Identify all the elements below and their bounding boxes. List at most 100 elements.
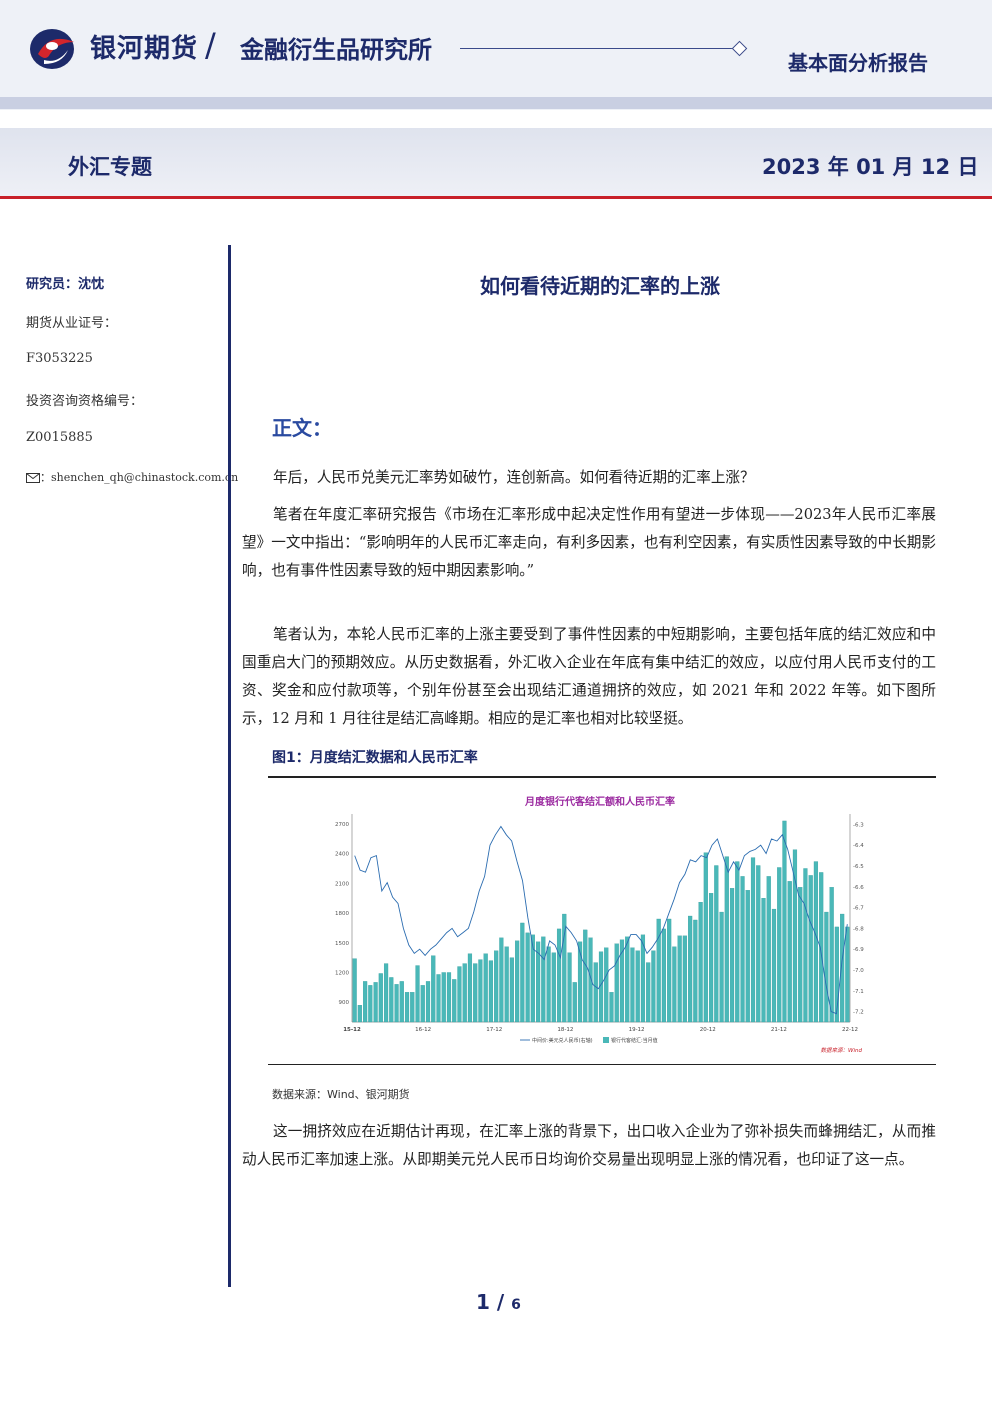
bar (625, 936, 630, 1023)
section-heading: 正文： (272, 416, 332, 440)
y-left-tick-label: 900 (339, 1000, 350, 1006)
x-tick-label: 15-12 (343, 1027, 361, 1033)
y-left-tick-label: 1800 (335, 911, 349, 917)
bar (404, 992, 410, 1023)
y-right-tick-label: -6.8 (853, 926, 864, 932)
bar (661, 928, 666, 1023)
paragraph-2: 笔者在年度汇率研究报告《市场在汇率形成中起决定性作用有望进一步体现——2023年… (242, 506, 936, 579)
license-number: F3053225 (26, 351, 93, 366)
x-tick-label: 22-12 (842, 1027, 858, 1033)
bar (473, 963, 478, 1023)
bar (420, 985, 425, 1023)
bar (840, 913, 845, 1023)
chart-title: 月度银行代客结汇额和人民币汇率 (524, 795, 675, 808)
paragraph-4: 这一拥挤效应在近期估计再现，在汇率上涨的背景下，出口收入企业为了弥补损失而蜂拥结… (242, 1123, 936, 1168)
bar (441, 972, 446, 1023)
y-left-tick-label: 2100 (335, 881, 349, 887)
bar (745, 890, 750, 1023)
bar (688, 915, 693, 1023)
figure-top-rule (268, 776, 936, 778)
bar (777, 867, 782, 1023)
y-right-tick-label: -6.6 (853, 885, 864, 891)
bar (368, 985, 373, 1023)
bar (483, 953, 488, 1023)
bar (719, 911, 724, 1023)
bar (452, 979, 457, 1023)
bar (389, 977, 394, 1023)
x-tick-label: 17-12 (486, 1027, 502, 1033)
bar (583, 929, 588, 1023)
report-title: 如何看待近期的汇率的上涨 (480, 274, 720, 298)
bar (635, 950, 640, 1023)
y-left-tick-label: 2700 (335, 822, 349, 828)
bar (541, 936, 546, 1023)
bar (431, 955, 436, 1023)
consult-label: 投资咨询资格编号： (26, 394, 144, 409)
y-left-tick-label: 1500 (335, 941, 349, 947)
header-stripe (0, 97, 992, 109)
bar (750, 857, 756, 1023)
bar (714, 865, 719, 1023)
paragraph-3: 笔者认为，本轮人民币汇率的上涨主要受到了事件性因素的中短期影响，主要包括年底的结… (242, 626, 936, 727)
bar (572, 982, 577, 1023)
bar (698, 902, 703, 1023)
bar (740, 876, 745, 1023)
sidebar-divider (228, 245, 231, 1287)
bar (383, 963, 389, 1023)
license-label: 期货从业证号： (26, 316, 118, 331)
bar (803, 868, 808, 1023)
figure-bottom-rule (268, 1064, 936, 1065)
bar (567, 952, 572, 1023)
y-left-tick-label: 1200 (335, 970, 349, 976)
topic-label: 外汇专题 (68, 155, 152, 179)
email-address[interactable]: ：shenchen_qh@chinastock.com.cn (40, 471, 238, 484)
bar (761, 898, 766, 1023)
bar (410, 992, 415, 1023)
bar (363, 981, 368, 1023)
y-right-tick-label: -7.1 (853, 989, 864, 995)
header-line (460, 48, 735, 49)
y-right-tick-label: -6.7 (853, 906, 864, 912)
red-rule (0, 196, 992, 199)
bar (782, 820, 787, 1023)
bar (729, 888, 735, 1023)
brand-name: 银河期货 (90, 34, 199, 64)
bar (546, 946, 551, 1023)
bar (588, 937, 593, 1023)
bar (488, 960, 494, 1023)
x-tick-label: 19-12 (629, 1027, 645, 1033)
bar (672, 946, 677, 1023)
analyst-name: 研究员：沈忱 (26, 277, 105, 292)
x-tick-label: 16-12 (415, 1027, 431, 1033)
x-tick-label: 18-12 (557, 1027, 573, 1033)
bar (378, 973, 383, 1023)
bar (436, 974, 441, 1023)
bar (494, 950, 499, 1023)
bar (399, 981, 404, 1023)
bar (771, 908, 777, 1023)
x-tick-label: 20-12 (700, 1027, 716, 1033)
page-current: 1 (476, 1290, 490, 1314)
bar (478, 959, 483, 1023)
bar (499, 937, 504, 1023)
bar (352, 958, 357, 1023)
bar (766, 876, 771, 1023)
page-sep: / (496, 1290, 505, 1314)
bar (525, 932, 530, 1023)
settlement-fx-chart: 月度银行代客结汇额和人民币汇率 2700 2400 2100 1800 1500 1200 9… (335, 795, 864, 1054)
bar (735, 861, 740, 1023)
legend-bar-swatch (603, 1037, 609, 1043)
email-line[interactable]: ：shenchen_qh@chinastock.com.cn (26, 469, 238, 485)
y-right-tick-label: -7.0 (853, 968, 864, 974)
institute-name: 金融衍生品研究所 (240, 36, 432, 64)
bar (446, 972, 452, 1023)
bar (667, 918, 672, 1023)
bar (845, 926, 850, 1023)
bar (693, 919, 698, 1023)
bar (708, 893, 714, 1023)
bar (651, 950, 656, 1023)
bar (630, 947, 635, 1023)
chart-source-note: 数据来源：Wind (821, 1047, 863, 1054)
consult-number: Z0015885 (26, 430, 93, 445)
bar (373, 982, 378, 1023)
